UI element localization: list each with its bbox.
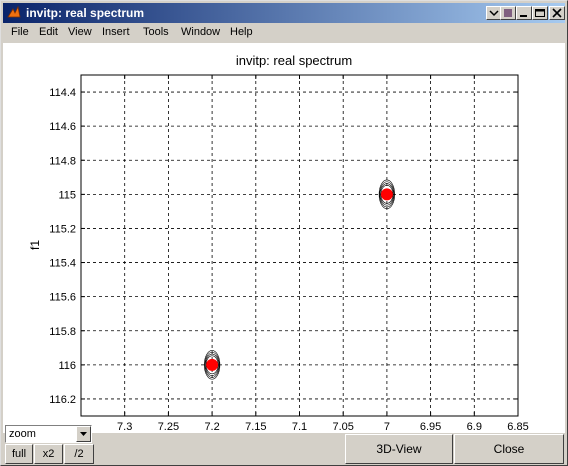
pattern-icon [504, 9, 512, 17]
menu-insert[interactable]: Insert [102, 26, 130, 38]
y-tick-label: 114.6 [49, 121, 76, 133]
spectrum-plot[interactable]: 7.3 7.25 7.2 7.15 7.1 7.05 7 6.95 6.9 6.85 114.41… [3, 43, 565, 450]
y-tick-label: 115 [58, 189, 76, 201]
y-tick-label: 114.8 [49, 155, 76, 167]
menu-bar: File Edit View Insert Tools Window Help [3, 23, 565, 42]
x-tick-label: 7.05 [332, 421, 353, 433]
menu-window[interactable]: Window [181, 26, 220, 38]
x-tick-label: 7.1 [292, 421, 307, 433]
menu-tools[interactable]: Tools [143, 26, 169, 38]
figure-canvas: 7.3 7.25 7.2 7.15 7.1 7.05 7 6.95 6.9 6.85 114.4 1… [3, 43, 565, 450]
maximize-button[interactable] [532, 6, 548, 20]
y-tick-label: 115.6 [49, 292, 76, 304]
zoom-div2-button[interactable]: /2 [64, 444, 94, 464]
matlab-app-icon [7, 5, 21, 18]
full-button[interactable]: full [5, 444, 33, 464]
menu-help[interactable]: Help [230, 26, 253, 38]
x-tick-label: 6.85 [507, 421, 528, 433]
close-window-button[interactable] [549, 6, 565, 20]
menu-edit[interactable]: Edit [39, 26, 58, 38]
minimize-icon [520, 15, 527, 17]
mode-select-value: zoom [9, 428, 36, 440]
x-tick-labels: 7.3 7.25 7.2 7.15 7.1 7.05 7 6.95 6.9 6.85 [117, 421, 529, 433]
x-tick-label: 7 [384, 421, 390, 433]
menu-view[interactable]: View [68, 26, 92, 38]
x-tick-label: 6.95 [420, 421, 441, 433]
window-title: invitp: real spectrum [26, 6, 145, 20]
restore-alt-button[interactable] [500, 6, 516, 20]
title-bar[interactable]: invitp: real spectrum [3, 3, 565, 23]
y-tick-label: 115.8 [49, 326, 76, 338]
y-tick-label: 116 [58, 360, 76, 372]
x-tick-label: 7.25 [158, 421, 179, 433]
y-tick-labels: 114.4 114.6 114.8 115 115.2 115.4 115.6 115.8 11… [49, 87, 76, 406]
mode-select[interactable]: zoom [5, 425, 92, 443]
y-tick-label: 115.4 [49, 258, 76, 270]
y-axis-label: f1 [28, 240, 42, 250]
matlab-figure-window: invitp: real spectrum File Edit View Ins… [0, 0, 568, 466]
zoom-x2-button[interactable]: x2 [34, 444, 63, 464]
y-tick-label: 114.4 [49, 87, 76, 99]
menu-file[interactable]: File [11, 26, 29, 38]
close-button[interactable]: Close [454, 434, 564, 464]
y-tick-label: 116.2 [49, 394, 76, 406]
maximize-icon [535, 9, 545, 17]
x-tick-label: 7.3 [117, 421, 132, 433]
minimize-button[interactable] [516, 6, 532, 20]
y-tick-label: 115.2 [49, 223, 76, 235]
x-tick-label: 7.2 [204, 421, 219, 433]
close-icon [552, 8, 562, 18]
3d-view-button[interactable]: 3D-View [345, 434, 453, 464]
peak-point [206, 358, 219, 371]
dock-arrow-icon [489, 10, 499, 17]
dropdown-arrow-button[interactable] [76, 426, 91, 442]
chart-title: invitp: real spectrum [236, 53, 352, 68]
chevron-down-icon [80, 432, 87, 436]
peak-point [380, 188, 393, 201]
x-tick-label: 6.9 [467, 421, 482, 433]
x-tick-label: 7.15 [245, 421, 266, 433]
